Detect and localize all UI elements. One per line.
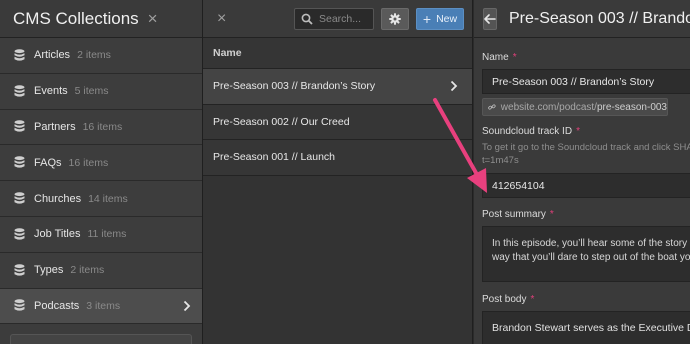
editor-title: Pre-Season 003 // Brandon’s Story (509, 9, 690, 27)
collection-count: 2 items (77, 49, 111, 62)
collection-name: FAQs (34, 156, 62, 169)
collection-count: 5 items (74, 85, 109, 98)
required-marker: * (530, 294, 535, 305)
body-label-text: Post body (482, 294, 527, 305)
post-body-field[interactable]: Brandon Stewart serves as the Executive … (482, 311, 690, 344)
required-marker: * (576, 126, 580, 137)
editor-form: Name * Pre-Season 003 // Brandon’s Story … (474, 52, 690, 344)
database-icon (14, 299, 25, 312)
back-button[interactable] (483, 7, 497, 30)
close-icon[interactable]: × (148, 9, 158, 29)
collections-footer-button[interactable] (10, 334, 192, 344)
summary-text-line: In this episode, you’ll hear some of the… (492, 238, 690, 249)
slug-link[interactable]: website.com/podcast/pre-season-003 (482, 98, 668, 116)
collection-item-events[interactable]: Events 5 items (0, 73, 202, 110)
item-row[interactable]: Pre-Season 002 // Our Creed (203, 104, 472, 141)
collection-item-podcasts[interactable]: Podcasts 3 items (0, 288, 202, 325)
collection-count: 16 items (68, 156, 109, 169)
close-icon[interactable]: × (217, 10, 226, 28)
body-text-line: Brandon Stewart serves as the Executive … (492, 322, 690, 334)
collection-item-faqs[interactable]: FAQs 16 items (0, 145, 202, 182)
search-input[interactable] (319, 12, 371, 25)
post-summary-field[interactable]: In this episode, you’ll hear some of the… (482, 226, 690, 282)
collection-name: Events (34, 85, 68, 98)
editor-header: Pre-Season 003 // Brandon’s Story (474, 0, 690, 38)
soundcloud-help-line: t=1m47s (482, 155, 519, 166)
database-icon (14, 156, 25, 168)
new-button-label: New (436, 12, 458, 25)
item-row-name: Pre-Season 002 // Our Creed (213, 115, 350, 128)
collection-item-job-titles[interactable]: Job Titles 11 items (0, 216, 202, 253)
collection-item-articles[interactable]: Articles 2 items (0, 38, 202, 74)
editor-panel: Pre-Season 003 // Brandon’s Story Name* … (474, 0, 690, 344)
required-marker: * (512, 52, 517, 63)
soundcloud-id-field[interactable]: 412654104 (482, 173, 690, 198)
arrow-left-icon (484, 13, 496, 24)
chevron-right-icon (450, 81, 458, 92)
collections-title: CMS Collections (13, 8, 139, 28)
soundcloud-help-line: To get it go to the Soundcloud track and… (482, 142, 690, 153)
database-icon (14, 228, 25, 240)
database-icon (14, 120, 25, 133)
item-row-name: Pre-Season 001 // Launch (213, 151, 336, 164)
field-label-soundcloud: Soundcloud track ID * (482, 126, 690, 137)
collections-panel: CMS Collections × Articles 2 items Events 5… (0, 0, 203, 344)
collection-item-churches[interactable]: Churches 14 items (0, 181, 202, 217)
collection-count: 2 items (70, 264, 105, 277)
collection-count: 11 items (87, 228, 127, 241)
item-row-name: Pre-Season 003 // Brandon’s Story (213, 80, 376, 93)
search-icon (301, 13, 313, 25)
collections-list: Articles 2 items Events 5 items Partners 16 i… (0, 38, 202, 325)
field-label-summary: Post summary * (482, 209, 690, 220)
new-item-button[interactable]: + New (416, 7, 464, 30)
slug-base-url: website.com/podcast/ (500, 101, 597, 113)
items-list: Pre-Season 003 // Brandon’s Story Pre-Sea… (203, 69, 472, 176)
collection-name: Job Titles (34, 228, 81, 241)
items-toolbar: × + New (203, 0, 472, 38)
search-box[interactable] (294, 7, 374, 30)
collection-name: Churches (34, 192, 82, 205)
collection-count: 16 items (82, 120, 123, 133)
collection-item-types[interactable]: Types 2 items (0, 252, 202, 289)
item-row[interactable]: Pre-Season 003 // Brandon’s Story (203, 69, 472, 105)
required-marker: * (549, 209, 554, 220)
summary-text-line: way that you’ll dare to step out of the … (492, 252, 690, 263)
collection-item-partners[interactable]: Partners 16 items (0, 109, 202, 146)
gear-icon (389, 12, 401, 25)
collection-count: 3 items (86, 299, 121, 312)
database-icon (14, 49, 25, 61)
collections-header: CMS Collections × (0, 0, 202, 38)
collection-count: 14 items (88, 192, 128, 205)
database-icon (14, 192, 25, 204)
database-icon (14, 84, 25, 97)
slug-value: pre-season-003 (596, 101, 667, 113)
settings-button[interactable] (381, 7, 409, 30)
field-label-name: Name * (482, 52, 690, 63)
database-icon (14, 263, 25, 276)
plus-icon: + (422, 10, 432, 27)
collection-name: Articles (34, 49, 71, 62)
item-row[interactable]: Pre-Season 001 // Launch (203, 140, 472, 176)
name-label-text: Name (482, 52, 509, 63)
items-panel: × + New Name Pre (203, 0, 473, 344)
collection-name: Partners (34, 120, 76, 133)
collection-name: Podcasts (34, 299, 80, 312)
column-header-name[interactable]: Name (203, 38, 472, 69)
soundcloud-label-text: Soundcloud track ID (482, 126, 573, 137)
soundcloud-help-text: To get it go to the Soundcloud track and… (482, 141, 690, 167)
summary-label-text: Post summary (482, 209, 546, 220)
collection-name: Types (34, 264, 64, 277)
link-icon (488, 104, 496, 110)
field-label-body: Post body * (482, 294, 690, 305)
name-field[interactable]: Pre-Season 003 // Brandon’s Story (482, 69, 690, 94)
chevron-right-icon (183, 300, 191, 312)
